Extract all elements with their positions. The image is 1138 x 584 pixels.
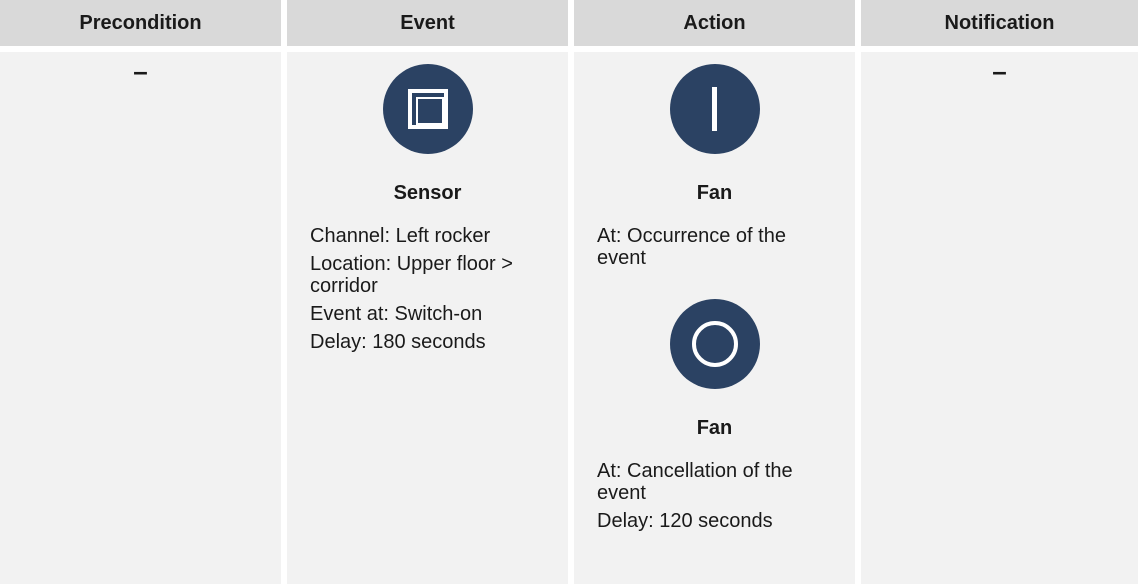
action-1-title: Fan	[696, 182, 733, 204]
event-cell: Sensor Channel: Left rocker Location: Up…	[287, 52, 574, 584]
power-off-icon	[669, 299, 760, 389]
action-2-delay: Delay: 120 seconds	[597, 510, 773, 532]
event-location: Location: Upper floor > corridor	[310, 253, 513, 297]
header-precondition: Precondition	[0, 0, 287, 52]
event-delay: Delay: 180 seconds	[310, 331, 486, 353]
action-2-at: At: Cancellation of the event	[597, 460, 793, 504]
precondition-value: –	[133, 56, 148, 86]
sensor-square-icon	[382, 64, 473, 154]
power-on-icon	[669, 64, 760, 154]
action-2-details: At: Cancellation of the event Delay: 120…	[574, 460, 855, 532]
rule-table: Precondition Event Action Notification –…	[0, 0, 1138, 584]
action-1-details: At: Occurrence of the event	[574, 225, 855, 269]
event-title: Sensor	[393, 182, 462, 204]
event-channel: Channel: Left rocker	[310, 225, 491, 247]
notification-cell: –	[861, 52, 1138, 584]
event-trigger: Event at: Switch-on	[310, 303, 483, 325]
header-notification: Notification	[861, 0, 1138, 52]
header-action: Action	[574, 0, 861, 52]
header-event: Event	[287, 0, 574, 52]
notification-value: –	[992, 56, 1007, 86]
precondition-cell: –	[0, 52, 287, 584]
event-details: Channel: Left rocker Location: Upper flo…	[287, 225, 568, 353]
action-cell: Fan At: Occurrence of the event Fan At: …	[574, 52, 861, 584]
action-2-title: Fan	[696, 417, 733, 439]
action-1-at: At: Occurrence of the event	[597, 225, 786, 269]
